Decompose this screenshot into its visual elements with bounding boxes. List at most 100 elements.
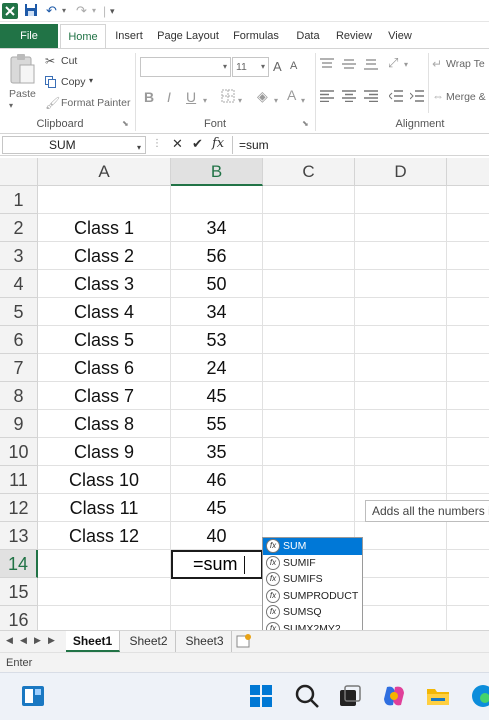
borders-dropdown-icon[interactable]: ▾ (238, 96, 242, 105)
cell-a10[interactable]: Class 9 (38, 438, 171, 466)
cell-b12[interactable]: 45 (171, 494, 263, 522)
file-explorer-icon[interactable] (425, 683, 451, 709)
autocomplete-item-sumif[interactable]: fx SUMIF (263, 555, 362, 572)
cell-c11[interactable] (263, 466, 355, 494)
font-color-icon[interactable]: A (287, 87, 296, 103)
align-right-icon[interactable] (364, 89, 378, 103)
cell-a7[interactable]: Class 6 (38, 354, 171, 382)
borders-icon[interactable] (221, 89, 235, 103)
name-box-dropdown-icon[interactable]: ▾ (137, 140, 141, 156)
cell-e14[interactable] (447, 550, 489, 578)
cell-d11[interactable] (355, 466, 447, 494)
first-sheet-arrow-icon[interactable]: ◀ (6, 635, 13, 646)
cell-a8[interactable]: Class 7 (38, 382, 171, 410)
cell-d7[interactable] (355, 354, 447, 382)
format-painter-button[interactable]: Format Painter (61, 97, 130, 109)
cell-d5[interactable] (355, 298, 447, 326)
row-header-10[interactable]: 10 (0, 438, 38, 466)
bold-button[interactable]: B (144, 89, 154, 105)
cell-b10[interactable]: 35 (171, 438, 263, 466)
redo-dropdown-icon[interactable]: ▾ (92, 3, 100, 19)
cell-a13[interactable]: Class 12 (38, 522, 171, 550)
cell-a3[interactable]: Class 2 (38, 242, 171, 270)
cell-e4[interactable] (447, 270, 489, 298)
cell-d10[interactable] (355, 438, 447, 466)
cell-a4[interactable]: Class 3 (38, 270, 171, 298)
cell-d1[interactable] (355, 186, 447, 214)
orientation-dropdown-icon[interactable]: ▾ (404, 60, 408, 69)
autocomplete-item-sumsq[interactable]: fx SUMSQ (263, 604, 362, 621)
cell-e10[interactable] (447, 438, 489, 466)
merge-center-button[interactable]: Merge & (446, 91, 486, 103)
widgets-icon[interactable] (20, 683, 46, 709)
cell-c3[interactable] (263, 242, 355, 270)
italic-button[interactable]: I (167, 89, 171, 105)
cell-d6[interactable] (355, 326, 447, 354)
underline-button[interactable]: U (186, 89, 196, 105)
cell-c6[interactable] (263, 326, 355, 354)
orientation-icon[interactable]: ⤢ (388, 55, 398, 71)
cell-d8[interactable] (355, 382, 447, 410)
wrap-text-button[interactable]: Wrap Te (446, 58, 485, 70)
tab-formulas[interactable]: Formulas (228, 26, 284, 46)
tab-home[interactable]: Home (60, 24, 106, 49)
cell-e9[interactable] (447, 410, 489, 438)
paste-label[interactable]: Paste (9, 88, 36, 100)
row-header-16[interactable]: 16 (0, 606, 38, 630)
cut-button[interactable]: Cut (61, 55, 77, 67)
cell-d14[interactable] (355, 550, 447, 578)
cell-d4[interactable] (355, 270, 447, 298)
shrink-font-button[interactable]: A (290, 60, 297, 72)
column-header-b[interactable]: B (171, 158, 263, 186)
windows-start-icon[interactable] (248, 683, 274, 709)
cell-e7[interactable] (447, 354, 489, 382)
bottom-align-icon[interactable] (364, 57, 378, 70)
select-all-corner[interactable] (0, 158, 38, 186)
row-header-6[interactable]: 6 (0, 326, 38, 354)
cell-a12[interactable]: Class 11 (38, 494, 171, 522)
row-header-3[interactable]: 3 (0, 242, 38, 270)
increase-indent-icon[interactable] (409, 89, 424, 102)
cell-a5[interactable]: Class 4 (38, 298, 171, 326)
row-header-15[interactable]: 15 (0, 578, 38, 606)
worksheet-grid[interactable]: A B C D 𝙸 12Class 1343Class 2564Class 35… (0, 158, 489, 630)
cell-d3[interactable] (355, 242, 447, 270)
cell-d15[interactable] (355, 578, 447, 606)
confirm-entry-icon[interactable]: ✔ (192, 136, 203, 152)
paste-icon[interactable] (8, 53, 36, 85)
cell-e2[interactable] (447, 214, 489, 242)
cell-a1[interactable] (38, 186, 171, 214)
cell-c10[interactable] (263, 438, 355, 466)
row-header-11[interactable]: 11 (0, 466, 38, 494)
cell-e8[interactable] (447, 382, 489, 410)
tab-insert[interactable]: Insert (110, 26, 148, 46)
column-header-d[interactable]: D (355, 158, 447, 186)
copilot-icon[interactable] (381, 683, 407, 709)
paste-dropdown-icon[interactable]: ▾ (9, 101, 13, 110)
font-name-dropdown-icon[interactable]: ▾ (223, 62, 227, 71)
row-header-12[interactable]: 12 (0, 494, 38, 522)
cell-a16[interactable] (38, 606, 171, 630)
sheet-tab-sheet3[interactable]: Sheet3 (178, 631, 232, 652)
cell-a15[interactable] (38, 578, 171, 606)
align-center-icon[interactable] (342, 89, 356, 103)
redo-icon[interactable]: ↷ (76, 3, 90, 19)
copy-dropdown-icon[interactable]: ▾ (89, 76, 93, 85)
cell-b15[interactable] (171, 578, 263, 606)
format-painter-icon[interactable]: 🖌 (45, 96, 60, 110)
cell-e6[interactable] (447, 326, 489, 354)
new-sheet-icon[interactable] (236, 633, 252, 649)
wrap-text-icon[interactable]: ↵ (432, 57, 442, 71)
sheet-tab-sheet2[interactable]: Sheet2 (122, 631, 176, 652)
cell-e11[interactable] (447, 466, 489, 494)
cut-icon[interactable]: ✂ (45, 54, 55, 68)
top-align-icon[interactable] (320, 57, 334, 69)
font-launcher-icon[interactable]: ⬊ (302, 119, 309, 128)
clipboard-launcher-icon[interactable]: ⬊ (122, 119, 129, 128)
cell-c4[interactable] (263, 270, 355, 298)
cell-d9[interactable] (355, 410, 447, 438)
active-cell-b14[interactable]: =sum (171, 550, 263, 579)
cell-b4[interactable]: 50 (171, 270, 263, 298)
merge-center-icon[interactable]: ⇔ (432, 89, 444, 103)
cell-c2[interactable] (263, 214, 355, 242)
